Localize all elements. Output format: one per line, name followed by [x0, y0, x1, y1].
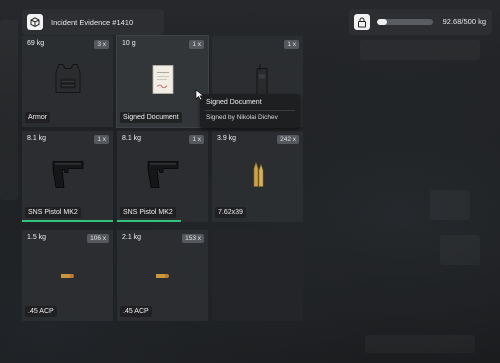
inventory-slot[interactable]: 3.9 kg 242 x 7.62x39 — [212, 131, 303, 222]
tooltip-description: Signed by Nikolai Dichev — [206, 114, 278, 121]
inventory-grid: 69 kg 3 x Armor 10 g 1 x Signed Document… — [22, 35, 306, 326]
item-tooltip: Signed Document Signed by Nikolai Dichev — [200, 94, 300, 128]
slot-count: 106 x — [87, 234, 109, 243]
slot-count: 1 x — [94, 135, 109, 144]
slot-weight: 2.1 kg — [122, 234, 142, 241]
slot-label: SNS Pistol MK2 — [25, 207, 81, 218]
slot-weight: 8.1 kg — [27, 135, 47, 142]
document-icon — [151, 64, 175, 99]
slot-weight: 69 kg — [27, 40, 45, 47]
tooltip-title: Signed Document — [206, 99, 262, 106]
inventory-title: Incident Evidence #1410 — [51, 17, 134, 27]
pistol-ammo-icon — [60, 267, 76, 285]
slot-label: .45 ACP — [120, 306, 152, 317]
slot-label: Armor — [25, 112, 51, 123]
tooltip-divider — [205, 110, 295, 111]
inventory-slot[interactable]: 8.1 kg 1 x SNS Pistol MK2 — [117, 131, 208, 222]
mouse-cursor-icon — [195, 88, 205, 106]
durability-bar — [22, 220, 113, 222]
weight-text: 92.68/500 kg — [442, 17, 486, 26]
inventory-slot[interactable]: 69 kg 3 x Armor — [22, 36, 113, 127]
weight-panel: 92.68/500 kg — [349, 9, 492, 35]
inventory-header: Incident Evidence #1410 — [22, 9, 164, 35]
slot-label: SNS Pistol MK2 — [120, 207, 176, 218]
box-icon — [27, 14, 43, 30]
pistol-icon — [144, 157, 182, 196]
slot-count: 1 x — [189, 40, 204, 49]
slot-weight: 8.1 kg — [122, 135, 142, 142]
inventory-slot[interactable]: 2.1 kg 153 x .45 ACP — [117, 230, 208, 321]
pistol-ammo-icon — [155, 267, 171, 285]
weight-progress-fill — [377, 19, 388, 25]
body-armor-icon — [50, 62, 86, 101]
slot-count: 1 x — [284, 40, 299, 49]
slot-weight: 10 g — [122, 40, 136, 47]
inventory-slot[interactable]: 1.5 kg 106 x .45 ACP — [22, 230, 113, 321]
slot-label: Signed Document — [120, 112, 182, 123]
slot-count: 1 x — [189, 135, 204, 144]
empty-slot[interactable] — [212, 230, 303, 321]
slot-count: 3 x — [94, 40, 109, 49]
pistol-icon — [49, 157, 87, 196]
slot-weight: 3.9 kg — [217, 135, 237, 142]
slot-count: 153 x — [182, 234, 204, 243]
slot-count: 242 x — [277, 135, 299, 144]
slot-label: 7.62x39 — [215, 207, 246, 218]
durability-bar — [117, 220, 181, 222]
slot-weight: 1.5 kg — [27, 234, 47, 241]
rifle-ammo-icon — [251, 160, 265, 193]
inventory-slot[interactable]: 8.1 kg 1 x SNS Pistol MK2 — [22, 131, 113, 222]
lock-icon[interactable] — [354, 14, 370, 30]
weight-progress-bar — [377, 19, 433, 25]
slot-label: .45 ACP — [25, 306, 57, 317]
inventory-slot[interactable]: 10 g 1 x Signed Document — [116, 35, 209, 128]
